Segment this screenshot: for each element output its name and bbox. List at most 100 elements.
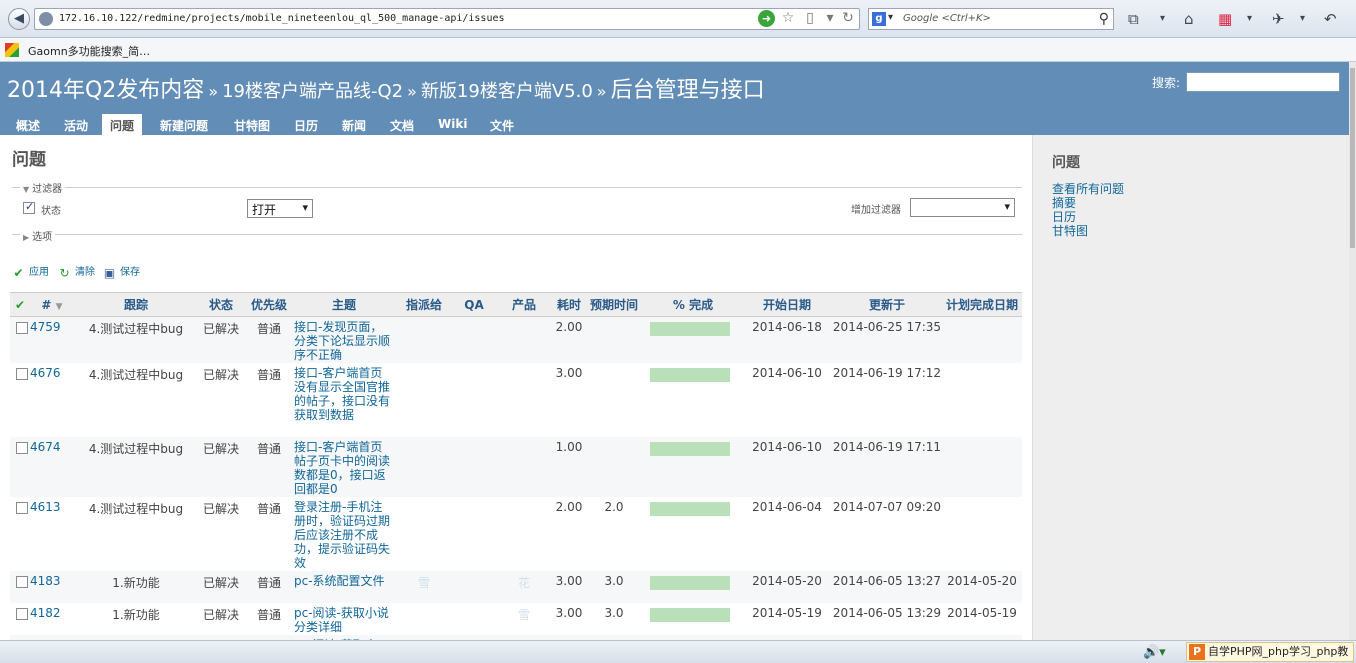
browser-toolbar: ◀ 172.16.10.122/redmine/projects/mobile_…: [0, 0, 1356, 38]
back-icon[interactable]: ◀: [8, 8, 30, 30]
column-header-updated[interactable]: 更新于: [832, 292, 942, 317]
cell-select[interactable]: [10, 603, 30, 635]
cell-subject[interactable]: 接口-客户端首页帖子页卡中的阅读数都是0，接口返回都是0: [294, 437, 394, 497]
options-legend[interactable]: ▶ 选项: [20, 228, 56, 243]
tab-files[interactable]: 文件: [482, 114, 522, 135]
save-button[interactable]: ▣ 保存: [103, 263, 140, 280]
cell-id[interactable]: 4182: [30, 603, 74, 635]
cell-select[interactable]: [10, 497, 30, 571]
progress-bar: [650, 442, 730, 456]
addons-icon[interactable]: ▦: [1218, 10, 1232, 28]
cell-subject[interactable]: 登录注册-手机注册时，验证码过期后应该注册不成功，提示验证码失效: [294, 497, 394, 571]
row-checkbox[interactable]: [16, 442, 28, 454]
reload-icon[interactable]: ↻: [840, 10, 856, 26]
cell-id[interactable]: 4759: [30, 316, 74, 363]
column-header-start[interactable]: 开始日期: [742, 292, 832, 317]
screenshot-dropdown-icon[interactable]: ▾: [1160, 10, 1165, 28]
tools-dropdown-icon[interactable]: ▾: [1300, 10, 1305, 28]
cell-product: 雪: [494, 603, 554, 635]
cell-select[interactable]: [10, 316, 30, 363]
table-row[interactable]: 4182 1.新功能 已解决 普通 pc-阅读-获取小说分类详细 雪 3.00 3.0 2014…: [10, 603, 1022, 635]
engine-dropdown-icon[interactable]: ▾: [888, 12, 893, 23]
cell-id[interactable]: 4676: [30, 363, 74, 437]
tab-new-issue[interactable]: 新建问题: [152, 114, 216, 135]
tab-activity[interactable]: 活动: [56, 114, 96, 135]
cell-due: 2014-05-20: [942, 571, 1022, 603]
column-header-estimated[interactable]: 预期时间: [584, 292, 644, 317]
tab-news[interactable]: 新闻: [334, 114, 374, 135]
table-row[interactable]: 4183 1.新功能 已解决 普通 pc-系统配置文件雪 花 3.00 3.0 2014-05-…: [10, 571, 1022, 603]
tools-icon[interactable]: ✈: [1272, 10, 1285, 28]
search-icon[interactable]: ⚲: [1099, 11, 1109, 27]
tab-documents[interactable]: 文档: [382, 114, 422, 135]
filters-legend[interactable]: ▼ 过滤器: [20, 180, 66, 195]
cell-due: 2014-05-19: [942, 603, 1022, 635]
cell-subject[interactable]: 接口-发现页面，分类下论坛显示顺序不正确: [294, 316, 394, 363]
row-checkbox[interactable]: [16, 322, 28, 334]
table-row[interactable]: 4676 4.测试过程中bug 已解决 普通 接口-客户端首页没有显示全国官推的帖子，接…: [10, 363, 1022, 437]
addons-dropdown-icon[interactable]: ▾: [1247, 10, 1252, 28]
table-row[interactable]: 4613 4.测试过程中bug 已解决 普通 登录注册-手机注册时，验证码过期后应该注册…: [10, 497, 1022, 571]
table-row[interactable]: 4674 4.测试过程中bug 已解决 普通 接口-客户端首页帖子页卡中的阅读数都是0，…: [10, 437, 1022, 497]
dropdown-icon[interactable]: ▾: [822, 10, 838, 26]
phone-icon[interactable]: ▯: [802, 10, 818, 26]
apply-button[interactable]: ✔ 应用: [12, 263, 49, 280]
watermark: P 自学PHP网_php学习_php教: [1186, 642, 1354, 662]
toggle-all-check-icon[interactable]: ✔: [10, 292, 30, 317]
column-header-done[interactable]: % 完成: [644, 292, 742, 317]
cell-qa: [454, 363, 494, 437]
web-search-box[interactable]: g ▾ Google <Ctrl+K> ⚲: [868, 8, 1114, 30]
column-header-status[interactable]: 状态: [198, 292, 244, 317]
cell-id[interactable]: 4674: [30, 437, 74, 497]
scrollbar-thumb[interactable]: [1350, 68, 1355, 248]
cell-subject[interactable]: pc-系统配置文件: [294, 571, 394, 603]
page-scrollbar[interactable]: [1349, 62, 1356, 640]
column-header-assignee[interactable]: 指派给: [394, 292, 454, 317]
cell-subject[interactable]: 接口-客户端首页没有显示全国官推的帖子，接口没有获取到数据: [294, 363, 394, 437]
column-header-priority[interactable]: 优先级: [244, 292, 294, 317]
go-icon[interactable]: ➜: [758, 10, 775, 27]
home-icon[interactable]: ⌂: [1184, 10, 1194, 28]
row-checkbox[interactable]: [16, 368, 28, 380]
column-header-subject[interactable]: 主题: [294, 292, 394, 317]
column-header-qa[interactable]: QA: [454, 292, 494, 317]
cell-id[interactable]: 4613: [30, 497, 74, 571]
cell-select[interactable]: [10, 363, 30, 437]
table-row[interactable]: 4759 4.测试过程中bug 已解决 普通 接口-发现页面，分类下论坛显示顺序不正确 2…: [10, 316, 1022, 363]
cell-subject[interactable]: pc-阅读-获取小说分类详细: [294, 603, 394, 635]
tab-gantt[interactable]: 甘特图: [226, 114, 278, 135]
tab-wiki[interactable]: Wiki: [430, 114, 475, 135]
row-checkbox[interactable]: [16, 608, 28, 620]
status-filter-checkbox[interactable]: [23, 200, 35, 214]
row-checkbox[interactable]: [16, 502, 28, 514]
tab-overview[interactable]: 概述: [8, 114, 48, 135]
column-header-id[interactable]: # ▼: [30, 292, 74, 317]
volume-icon[interactable]: 🔊▾: [1143, 645, 1166, 660]
star-icon[interactable]: ☆: [780, 10, 796, 26]
column-header-spent[interactable]: 耗时: [554, 292, 584, 317]
breadcrumb-version[interactable]: 新版19楼客户端V5.0: [421, 81, 593, 102]
quick-search-input[interactable]: [1186, 72, 1340, 92]
undo-icon[interactable]: ↶: [1324, 10, 1337, 28]
address-bar[interactable]: 172.16.10.122/redmine/projects/mobile_ni…: [34, 8, 860, 30]
cell-assignee: [394, 316, 454, 363]
column-header-product[interactable]: 产品: [494, 292, 554, 317]
add-filter-select[interactable]: [910, 198, 1015, 217]
column-header-due[interactable]: 计划完成日期: [942, 292, 1022, 317]
breadcrumb-product-line[interactable]: 19楼客户端产品线-Q2: [222, 81, 403, 102]
cell-start: 2014-06-10: [742, 363, 832, 437]
cell-id[interactable]: 4183: [30, 571, 74, 603]
sidebar-link-gantt[interactable]: 甘特图: [1052, 222, 1088, 239]
screenshot-icon[interactable]: ⧉: [1128, 10, 1139, 28]
breadcrumb-root[interactable]: 2014年Q2发布内容: [7, 78, 204, 103]
column-header-tracker[interactable]: 跟踪: [74, 292, 198, 317]
cell-assignee: [394, 437, 454, 497]
tab-calendar[interactable]: 日历: [286, 114, 326, 135]
tab-issues[interactable]: 问题: [102, 114, 143, 135]
bookmark-item[interactable]: Gaomn多功能搜索_简…: [28, 43, 150, 59]
clear-button[interactable]: ↻ 清除: [58, 263, 95, 280]
cell-select[interactable]: [10, 437, 30, 497]
row-checkbox[interactable]: [16, 576, 28, 588]
cell-select[interactable]: [10, 571, 30, 603]
status-filter-select[interactable]: 打开: [247, 199, 313, 218]
